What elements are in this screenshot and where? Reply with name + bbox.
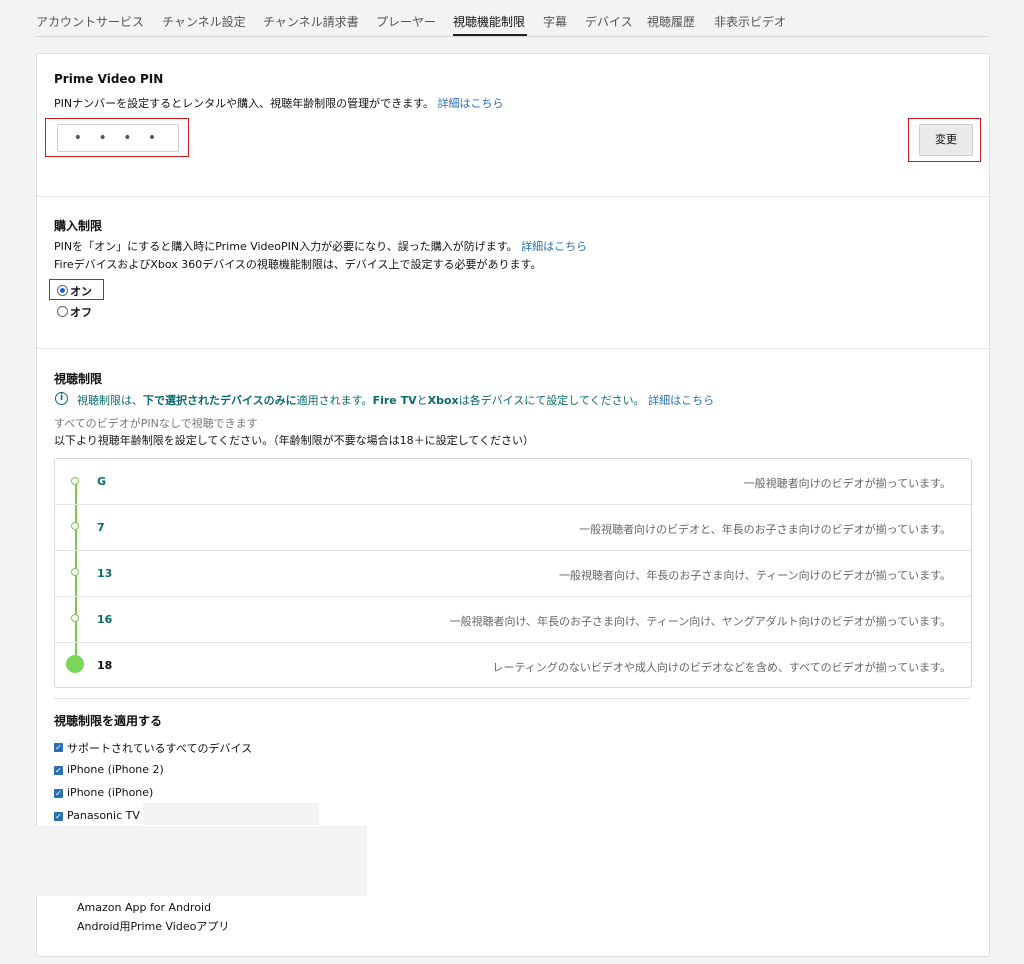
checkbox-all-devices[interactable]: ✓ bbox=[54, 743, 63, 752]
pin-input[interactable]: • • • • bbox=[57, 124, 179, 152]
checkbox-iphone[interactable]: ✓ bbox=[54, 789, 63, 798]
rating-node[interactable] bbox=[71, 522, 79, 530]
radio-off[interactable] bbox=[57, 306, 68, 317]
tab-watch-history[interactable]: 視聴履歴 bbox=[647, 13, 695, 30]
section-divider bbox=[37, 348, 989, 349]
redacted-area bbox=[143, 803, 319, 825]
section-divider bbox=[54, 698, 970, 699]
tab-account-services[interactable]: アカウントサービス bbox=[36, 13, 144, 30]
checkbox-panasonic-tv[interactable]: ✓ bbox=[54, 812, 63, 821]
radio-off-label[interactable]: オフ bbox=[70, 304, 92, 320]
tab-channel-invoices[interactable]: チャンネル請求書 bbox=[263, 13, 359, 30]
pin-title: Prime Video PIN bbox=[54, 72, 164, 86]
redacted-area bbox=[36, 826, 367, 896]
info-icon: i bbox=[55, 392, 68, 405]
purchase-description-2: FireデバイスおよびXbox 360デバイスの視聴機能制限は、デバイス上で設定… bbox=[54, 258, 542, 271]
device-label: Android用Prime Videoアプリ bbox=[77, 920, 230, 933]
viewing-details-link[interactable]: 詳細はこちら bbox=[648, 394, 714, 407]
viewing-title: 視聴制限 bbox=[54, 372, 103, 386]
settings-panel: Prime Video PIN PINナンバーを設定するとレンタルや購入、視聴年… bbox=[36, 53, 990, 957]
purchase-details-link[interactable]: 詳細はこちら bbox=[521, 240, 587, 253]
rating-row-18[interactable]: 18 レーティングのないビデオや成人向けのビデオなどを含め、すべてのビデオが揃っ… bbox=[55, 643, 971, 688]
tab-parental-controls[interactable]: 視聴機能制限 bbox=[453, 13, 525, 30]
rating-row-7[interactable]: 7 一般視聴者向けのビデオと、年長のお子さま向けのビデオが揃っています。 bbox=[55, 505, 971, 551]
tab-devices[interactable]: デバイス bbox=[585, 13, 633, 30]
tab-bar: アカウントサービス チャンネル設定 チャンネル請求書 プレーヤー 視聴機能制限 … bbox=[36, 0, 988, 37]
radio-on-label[interactable]: オン bbox=[70, 283, 92, 299]
pin-description: PINナンバーを設定するとレンタルや購入、視聴年齢制限の管理ができます。 詳細は… bbox=[54, 97, 504, 110]
device-label: Panasonic TV bbox=[67, 809, 140, 822]
viewing-instruction: 以下より視聴年齢制限を設定してください。（年齢制限が不要な場合は18＋に設定して… bbox=[54, 434, 534, 447]
pin-details-link[interactable]: 詳細はこちら bbox=[438, 97, 504, 110]
rating-node-selected[interactable] bbox=[66, 655, 84, 673]
rating-row-g[interactable]: G 一般視聴者向けのビデオが揃っています。 bbox=[55, 459, 971, 505]
checkbox-iphone-2[interactable]: ✓ bbox=[54, 766, 63, 775]
device-label: iPhone (iPhone) bbox=[67, 786, 154, 799]
tab-hidden-videos[interactable]: 非表示ビデオ bbox=[714, 13, 786, 30]
active-tab-indicator bbox=[453, 34, 527, 36]
purchase-description-1: PINを「オン」にすると購入時にPrime VideoPIN入力が必要になり、誤… bbox=[54, 240, 588, 253]
tab-subtitles[interactable]: 字幕 bbox=[543, 13, 567, 30]
rating-row-13[interactable]: 13 一般視聴者向け、年長のお子さま向け、ティーン向けのビデオが揃っています。 bbox=[55, 551, 971, 597]
rating-node[interactable] bbox=[71, 477, 79, 485]
viewing-info: 視聴制限は、下で選択されたデバイスのみに適用されます。Fire TVとXboxは… bbox=[77, 394, 715, 407]
section-divider bbox=[37, 196, 989, 197]
viewing-note: すべてのビデオがPINなしで視聴できます bbox=[54, 417, 258, 430]
tab-player[interactable]: プレーヤー bbox=[376, 13, 436, 30]
rating-row-16[interactable]: 16 一般視聴者向け、年長のお子さま向け、ティーン向け、ヤングアダルト向けのビデ… bbox=[55, 597, 971, 643]
device-label: iPhone (iPhone 2) bbox=[67, 763, 164, 776]
device-label: Amazon App for Android bbox=[77, 901, 212, 914]
rating-node[interactable] bbox=[71, 614, 79, 622]
apply-title: 視聴制限を適用する bbox=[54, 714, 163, 728]
tab-channel-settings[interactable]: チャンネル設定 bbox=[162, 13, 246, 30]
radio-on[interactable] bbox=[57, 285, 68, 296]
rating-selector: G 一般視聴者向けのビデオが揃っています。 7 一般視聴者向けのビデオと、年長の… bbox=[54, 458, 972, 688]
purchase-title: 購入制限 bbox=[54, 219, 103, 233]
change-pin-button[interactable]: 変更 bbox=[919, 124, 973, 156]
rating-node[interactable] bbox=[71, 568, 79, 576]
device-label: サポートされているすべてのデバイス bbox=[67, 742, 253, 755]
